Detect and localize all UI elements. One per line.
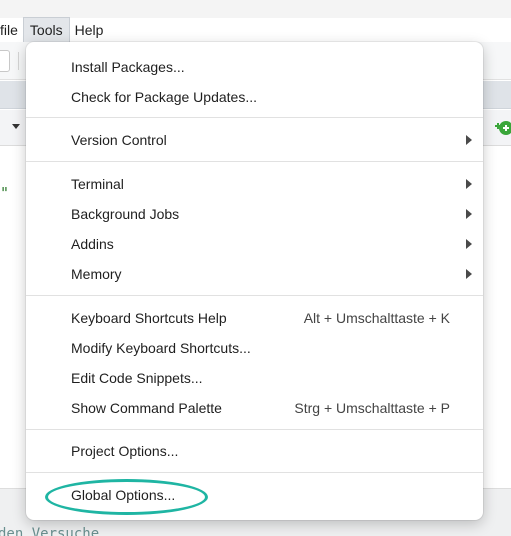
- menu-item-modify-keyboard-shortcuts[interactable]: Modify Keyboard Shortcuts...: [26, 333, 483, 363]
- menu-help[interactable]: Help: [69, 18, 110, 42]
- menu-item-label: Memory: [71, 266, 122, 282]
- menu-item-label: Project Options...: [71, 443, 179, 459]
- menu-item-label: Background Jobs: [71, 206, 180, 222]
- menu-item-label: Modify Keyboard Shortcuts...: [71, 340, 251, 356]
- menu-item-check-updates[interactable]: Check for Package Updates...: [26, 82, 483, 112]
- chevron-down-icon[interactable]: [12, 124, 20, 129]
- chevron-right-icon: [466, 135, 472, 145]
- menu-item-project-options[interactable]: Project Options...: [26, 436, 483, 466]
- menu-item-shortcut: Alt + Umschalttaste + K: [303, 310, 450, 326]
- chevron-right-icon: [466, 209, 472, 219]
- toolbar-button[interactable]: [0, 50, 10, 72]
- chevron-right-icon: [466, 269, 472, 279]
- menu-item-addins[interactable]: Addins: [26, 229, 483, 259]
- chevron-right-icon: [466, 179, 472, 189]
- menu-item-keyboard-shortcuts-help[interactable]: Keyboard Shortcuts Help Alt + Umschaltta…: [26, 303, 483, 333]
- menu-item-version-control[interactable]: Version Control: [26, 125, 483, 155]
- editor-code-fragment: ": [0, 184, 10, 202]
- menu-separator: [26, 161, 483, 162]
- menu-item-label: Terminal: [71, 176, 124, 192]
- menu-item-label: Keyboard Shortcuts Help: [71, 310, 227, 326]
- menu-item-shortcut: Strg + Umschalttaste + P: [294, 400, 450, 416]
- highlight-annotation-ring: [45, 479, 208, 515]
- menu-item-background-jobs[interactable]: Background Jobs: [26, 199, 483, 229]
- menu-item-edit-code-snippets[interactable]: Edit Code Snippets...: [26, 363, 483, 393]
- menu-bar: file Tools Help: [0, 17, 511, 43]
- menu-tools[interactable]: Tools: [22, 17, 70, 43]
- menu-item-label: Check for Package Updates...: [71, 89, 257, 105]
- menu-item-label: Install Packages...: [71, 59, 185, 75]
- menu-item-label: Edit Code Snippets...: [71, 370, 203, 386]
- add-green-icon[interactable]: [494, 118, 511, 138]
- window-top-strip: [0, 0, 511, 18]
- menu-separator: [26, 295, 483, 296]
- menu-separator: [26, 117, 483, 118]
- menu-item-memory[interactable]: Memory: [26, 259, 483, 289]
- menu-item-install-packages[interactable]: Install Packages...: [26, 52, 483, 82]
- menu-item-show-command-palette[interactable]: Show Command Palette Strg + Umschalttast…: [26, 393, 483, 423]
- menu-item-label: Version Control: [71, 132, 167, 148]
- menu-separator: [26, 429, 483, 430]
- menu-item-label: Addins: [71, 236, 114, 252]
- menu-file[interactable]: file: [0, 18, 24, 42]
- chevron-right-icon: [466, 239, 472, 249]
- toolbar-separator: [18, 52, 19, 70]
- menu-item-label: Show Command Palette: [71, 400, 222, 416]
- menu-separator: [26, 472, 483, 473]
- menu-item-terminal[interactable]: Terminal: [26, 169, 483, 199]
- console-text: den Versuche: [0, 526, 100, 536]
- tools-dropdown-menu: Install Packages... Check for Package Up…: [26, 42, 483, 520]
